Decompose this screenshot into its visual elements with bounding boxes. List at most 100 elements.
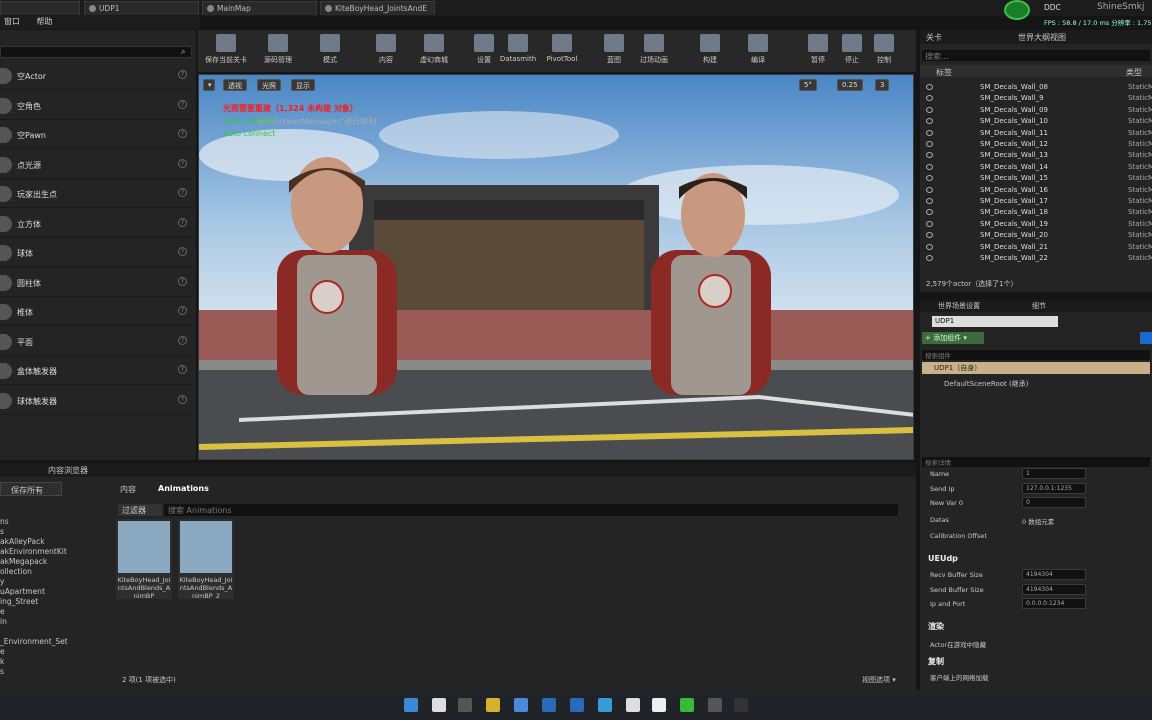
property-value[interactable]: 4194304 bbox=[1022, 583, 1086, 595]
folder-item[interactable]: akEnvironmentKit bbox=[0, 547, 67, 556]
property-value[interactable]: 0 bbox=[1022, 497, 1086, 508]
outliner-row[interactable]: SM_Decals_Wall_22 StaticMe bbox=[920, 253, 1152, 264]
folder-item[interactable]: e bbox=[0, 607, 5, 616]
help-icon[interactable]: ? bbox=[178, 129, 187, 138]
task-view-icon[interactable] bbox=[458, 698, 472, 712]
visibility-icon[interactable] bbox=[926, 118, 933, 125]
toolbar-button[interactable]: 构建 bbox=[686, 32, 734, 70]
property-value[interactable]: 127.0.0.1:1235 bbox=[1022, 482, 1086, 494]
edge-icon[interactable] bbox=[598, 698, 612, 712]
search-icon[interactable] bbox=[432, 698, 446, 712]
help-icon[interactable]: ? bbox=[178, 188, 187, 197]
actor-item[interactable]: 立方体? bbox=[0, 210, 192, 238]
column-label[interactable]: 标签 bbox=[936, 67, 952, 78]
actor-item[interactable]: 圆柱体? bbox=[0, 269, 192, 297]
outliner-row[interactable]: SM_Decals_Wall_18 StaticMe bbox=[920, 207, 1152, 218]
visibility-icon[interactable] bbox=[926, 209, 933, 216]
browser-icon[interactable] bbox=[542, 698, 556, 712]
ddc-label[interactable]: DDC bbox=[1044, 3, 1061, 12]
help-icon[interactable]: ? bbox=[178, 335, 187, 345]
visibility-icon[interactable] bbox=[926, 152, 933, 159]
help-icon[interactable]: ? bbox=[178, 365, 187, 374]
visibility-icon[interactable] bbox=[926, 243, 933, 250]
help-icon[interactable]: ? bbox=[178, 99, 187, 109]
outliner-row[interactable]: SM_Decals_Wall_20 StaticMe bbox=[920, 230, 1152, 241]
add-component-button[interactable]: + 添加组件 ▾ bbox=[922, 332, 984, 344]
tab-editor[interactable] bbox=[0, 1, 80, 15]
blueprint-button[interactable] bbox=[1140, 332, 1152, 344]
tab-details[interactable]: 细节 bbox=[1032, 301, 1046, 311]
property-value[interactable]: 0.0.0.0:1234 bbox=[1022, 598, 1086, 609]
visibility-icon[interactable] bbox=[926, 95, 933, 102]
visibility-icon[interactable] bbox=[926, 220, 933, 227]
path-content[interactable]: 内容 bbox=[120, 484, 136, 495]
visibility-icon[interactable] bbox=[926, 106, 933, 113]
actor-item[interactable]: 球体? bbox=[0, 239, 192, 267]
folder-item[interactable]: uApartment bbox=[0, 587, 45, 596]
toolbar-button[interactable]: 源码管理 bbox=[254, 32, 302, 70]
outliner-row[interactable]: SM_Decals_Wall_09 StaticMe bbox=[920, 105, 1152, 116]
asset-tile[interactable]: KiteBoyHead_JointsAndBlends_AnimBP bbox=[116, 519, 172, 599]
tab-udp1[interactable]: UDP1 bbox=[84, 1, 199, 15]
folder-item[interactable]: in bbox=[0, 617, 7, 626]
outliner-row[interactable]: SM_Decals_Wall_15 StaticMe bbox=[920, 173, 1152, 184]
windows-start-icon[interactable] bbox=[404, 698, 418, 712]
actor-item[interactable]: 空角色? bbox=[0, 92, 192, 120]
perspective-button[interactable]: 透视 bbox=[223, 79, 247, 91]
terminal-icon[interactable] bbox=[734, 698, 748, 712]
help-icon[interactable]: ? bbox=[178, 394, 187, 404]
help-icon[interactable]: ? bbox=[178, 276, 187, 286]
datas-label[interactable]: Datas bbox=[930, 516, 949, 524]
property-value[interactable]: 1 bbox=[1022, 468, 1086, 479]
file-explorer-icon[interactable] bbox=[486, 698, 500, 712]
folder-item[interactable]: e bbox=[0, 647, 5, 656]
folder-item[interactable]: k bbox=[0, 657, 4, 666]
folder-item[interactable]: ing_Street bbox=[0, 597, 38, 606]
outliner-row[interactable]: SM_Decals_Wall_12 StaticMe bbox=[920, 139, 1152, 150]
visibility-icon[interactable] bbox=[926, 255, 933, 261]
visibility-icon[interactable] bbox=[926, 163, 933, 170]
visibility-icon[interactable] bbox=[926, 232, 933, 239]
folder-item[interactable]: _Environment_Set bbox=[0, 637, 68, 646]
store-icon[interactable] bbox=[570, 698, 584, 712]
outliner-row[interactable]: SM_Decals_Wall_19 StaticMe bbox=[920, 219, 1152, 230]
avatar-icon[interactable] bbox=[626, 698, 640, 712]
viewport-menu-button[interactable]: ▾ bbox=[203, 79, 215, 91]
actor-search-input[interactable]: ⌕ bbox=[0, 46, 192, 58]
mail-icon[interactable] bbox=[514, 698, 528, 712]
toolbar-button[interactable]: Datasmith bbox=[494, 32, 542, 70]
show-button[interactable]: 显示 bbox=[291, 79, 315, 91]
column-type[interactable]: 类型 bbox=[1126, 67, 1142, 78]
folder-item[interactable]: akMegapack bbox=[0, 557, 47, 566]
visibility-icon[interactable] bbox=[926, 186, 933, 193]
asset-tile[interactable]: KiteBoyHead_JointsAndBlends_AnimBP_2 bbox=[178, 519, 234, 599]
toolbar-button[interactable]: 模式 bbox=[306, 32, 354, 70]
outliner-row[interactable]: SM_Decals_Wall_14 StaticMe bbox=[920, 162, 1152, 173]
actor-item[interactable]: 椎体? bbox=[0, 298, 192, 326]
menu-help[interactable]: 帮助 bbox=[37, 17, 53, 26]
outliner-search-input[interactable]: 搜索... bbox=[922, 50, 1150, 61]
component-root[interactable]: DefaultSceneRoot (继承) bbox=[944, 379, 1028, 389]
snap-scale-button[interactable]: 0.25 bbox=[837, 79, 863, 91]
tab-mainmap[interactable]: MainMap bbox=[202, 1, 317, 15]
toolbar-button[interactable]: PivotTool bbox=[538, 32, 586, 70]
tab-content-browser[interactable]: 内容浏览器 bbox=[48, 465, 88, 476]
app-icon[interactable] bbox=[708, 698, 722, 712]
tab-kiteboyhead[interactable]: KiteBoyHead_JointsAndE bbox=[320, 1, 435, 15]
actor-item[interactable]: 玩家出生点? bbox=[0, 180, 192, 208]
visibility-icon[interactable] bbox=[926, 198, 933, 204]
lit-button[interactable]: 光照 bbox=[257, 79, 281, 91]
folder-item[interactable]: s bbox=[0, 667, 4, 676]
actor-item[interactable]: 盒体触发器? bbox=[0, 357, 192, 385]
section-render[interactable]: 渲染 bbox=[920, 619, 1152, 633]
outliner-row[interactable]: SM_Decals_Wall_17 StaticMe bbox=[920, 196, 1152, 207]
folder-item[interactable]: ollection bbox=[0, 567, 32, 576]
actor-item[interactable]: 空Actor? bbox=[0, 62, 192, 90]
folder-item[interactable]: akAlleyPack bbox=[0, 537, 45, 546]
view-options-button[interactable]: 视图选项 ▾ bbox=[862, 675, 896, 685]
actor-name-field[interactable]: UDP1 bbox=[932, 316, 1058, 327]
unreal-icon[interactable] bbox=[652, 698, 666, 712]
outliner-row[interactable]: SM_Decals_Wall_16 StaticMe bbox=[920, 185, 1152, 196]
outliner-row[interactable]: SM_Decals_Wall_10 StaticMe bbox=[920, 116, 1152, 127]
snap-angle-button[interactable]: 5° bbox=[799, 79, 817, 91]
